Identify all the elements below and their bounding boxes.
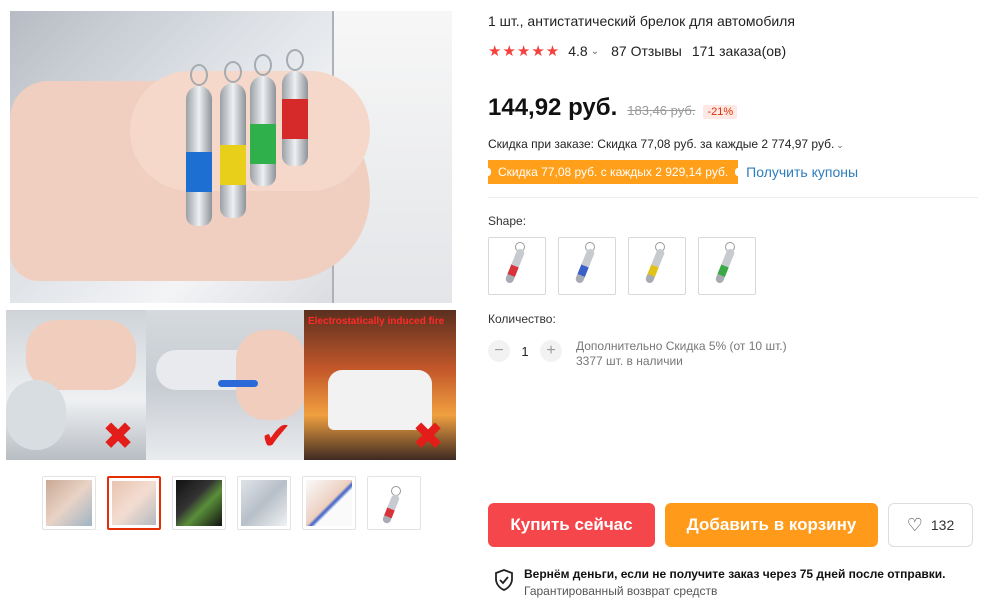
keychain-yellow — [220, 61, 246, 218]
coupon-row: Скидка 77,08 руб. с каждых 2 929,14 руб.… — [484, 160, 858, 184]
buyer-protection: Вернём деньги, если не получите заказ че… — [494, 567, 946, 598]
chevron-down-icon[interactable]: ⌄ — [836, 140, 844, 150]
shape-option-yellow[interactable] — [628, 237, 686, 295]
shape-option-green[interactable] — [698, 237, 756, 295]
check-icon: ✔ — [260, 416, 292, 458]
thumbnail-6[interactable] — [367, 476, 421, 530]
quantity-info: Дополнительно Скидка 5% (от 10 шт.) 3377… — [576, 339, 787, 369]
coupon-badge: Скидка 77,08 руб. с каждых 2 929,14 руб. — [484, 160, 742, 184]
thumbnail-strip — [42, 476, 421, 530]
keychain-blue — [186, 64, 212, 226]
divider — [488, 197, 978, 198]
wishlist-button[interactable]: ♡ 132 — [888, 503, 973, 547]
rating-row: ★★★★★ 4.8 ⌄ 87 Отзывы 171 заказа(ов) — [488, 42, 786, 60]
usage-image-wrong: ✖ — [6, 310, 146, 460]
guarantee-title: Вернём деньги, если не получите заказ че… — [524, 567, 946, 581]
price-row: 144,92 руб. 183,46 руб. -21% — [488, 94, 738, 122]
old-price: 183,46 руб. — [627, 103, 696, 118]
increase-quantity-button[interactable]: + — [540, 340, 562, 362]
shape-options — [488, 237, 756, 295]
order-discount-text: Скидка при заказе: Скидка 77,08 руб. за … — [488, 137, 835, 151]
thumbnail-2[interactable] — [107, 476, 161, 530]
thumbnail-5[interactable] — [302, 476, 356, 530]
reviews-count[interactable]: 87 Отзывы — [611, 43, 682, 59]
add-to-cart-button[interactable]: Добавить в корзину — [665, 503, 878, 547]
thumbnail-4[interactable] — [237, 476, 291, 530]
keychain-red — [282, 49, 308, 166]
bulk-discount-text: Дополнительно Скидка 5% (от 10 шт.) — [576, 339, 787, 353]
shape-label: Shape: — [488, 214, 527, 228]
chevron-down-icon[interactable]: ⌄ — [591, 46, 599, 57]
buy-now-button[interactable]: Купить сейчас — [488, 503, 655, 547]
product-title: 1 шт., антистатический брелок для автомо… — [488, 13, 795, 29]
fire-caption: Electrostatically induced fire — [308, 316, 445, 327]
current-price: 144,92 руб. — [488, 94, 618, 121]
shape-option-red[interactable] — [488, 237, 546, 295]
keychain-green — [250, 54, 276, 186]
discount-badge: -21% — [703, 105, 738, 119]
quantity-stepper: − 1 + — [488, 340, 562, 362]
decrease-quantity-button[interactable]: − — [488, 340, 510, 362]
guarantee-subtitle: Гарантированный возврат средств — [524, 584, 718, 598]
usage-image-correct: ✔ — [146, 310, 304, 460]
thumbnail-1[interactable] — [42, 476, 96, 530]
wishlist-count: 132 — [930, 517, 955, 533]
cross-icon: ✖ — [412, 416, 444, 458]
shield-check-icon — [495, 569, 513, 591]
rating-value[interactable]: 4.8 — [568, 43, 587, 59]
orders-count: 171 заказа(ов) — [691, 43, 787, 59]
stock-text: 3377 шт. в наличии — [576, 354, 683, 368]
quantity-value[interactable]: 1 — [510, 344, 540, 359]
thumbnail-3[interactable] — [172, 476, 226, 530]
heart-icon: ♡ — [906, 514, 923, 535]
shape-option-blue[interactable] — [558, 237, 616, 295]
main-product-image[interactable] — [10, 11, 452, 303]
usage-image-fire: Electrostatically induced fire ✖ — [304, 310, 456, 460]
star-rating-icon: ★★★★★ — [488, 43, 561, 60]
get-coupons-link[interactable]: Получить купоны — [746, 164, 858, 180]
quantity-label: Количество: — [488, 312, 556, 326]
cross-icon: ✖ — [102, 416, 134, 458]
order-discount-info[interactable]: Скидка при заказе: Скидка 77,08 руб. за … — [488, 137, 844, 151]
